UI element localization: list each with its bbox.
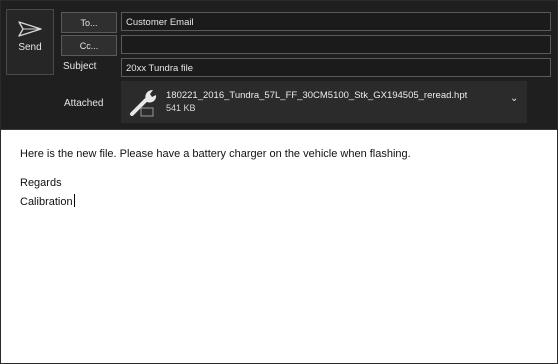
cc-button[interactable]: Cc... (61, 35, 117, 56)
wrench-icon (130, 90, 157, 117)
send-label: Send (18, 42, 42, 53)
compose-header: Send To... Cc... Subject Attached Custom… (1, 1, 557, 130)
subject-label: Subject (63, 61, 97, 72)
attached-label: Attached (64, 98, 104, 109)
cc-field[interactable] (121, 35, 551, 54)
attachment-filename: 180221_2016_Tundra_57L_FF_30CM5100_Stk_G… (166, 90, 468, 101)
body-line: Here is the new file. Please have a batt… (20, 148, 411, 160)
to-field[interactable]: Customer Email (121, 12, 551, 31)
body-line: Regards (20, 177, 62, 189)
attachment-size: 541 KB (166, 103, 196, 113)
message-body[interactable]: Here is the new file. Please have a batt… (1, 131, 557, 363)
chevron-down-icon[interactable]: ⌄ (510, 93, 518, 104)
text-caret (73, 194, 75, 207)
attachment-item[interactable]: 180221_2016_Tundra_57L_FF_30CM5100_Stk_G… (121, 81, 527, 123)
subject-field[interactable]: 20xx Tundra file (121, 58, 551, 77)
body-line-with-caret: Calibration (20, 194, 75, 208)
to-button[interactable]: To... (61, 12, 117, 33)
send-icon (18, 21, 42, 37)
send-button[interactable]: Send (6, 9, 54, 75)
body-line-text: Calibration (20, 196, 73, 208)
email-compose-window: Send To... Cc... Subject Attached Custom… (0, 0, 558, 364)
